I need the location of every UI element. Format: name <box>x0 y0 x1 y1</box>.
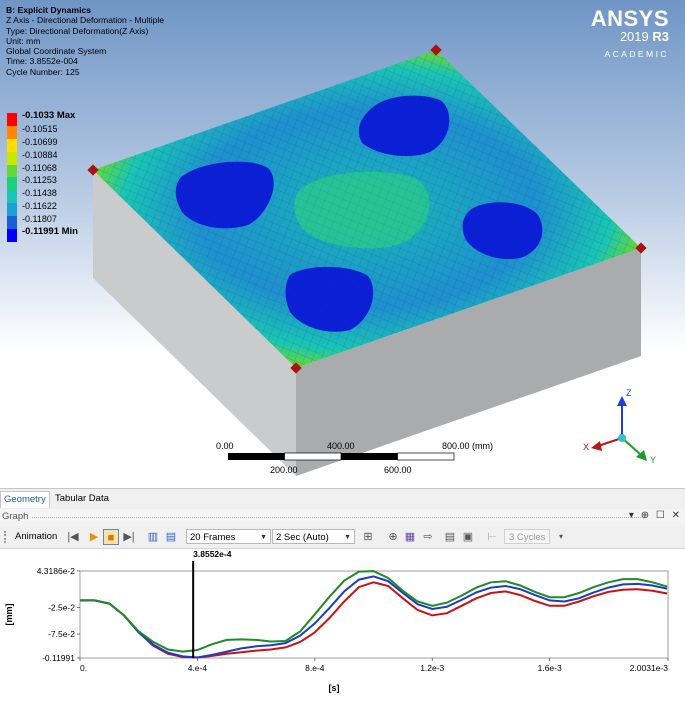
view-tabs: Geometry Tabular Data <box>0 488 685 510</box>
triad-z-label: Z <box>626 388 632 398</box>
y-tick-label: 4.3186e-2 <box>37 566 76 576</box>
triad-x-label: X <box>583 442 590 452</box>
tab-tabular-data[interactable]: Tabular Data <box>52 491 112 507</box>
animation-label: Animation <box>15 531 58 542</box>
cycles-field: 3 Cycles <box>504 529 551 544</box>
deformation-time-chart[interactable]: 0. 4.e-4 8.e-4 1.2e-3 1.6e-3 2.0031e-3 4.3186e… <box>0 548 685 701</box>
y-tick-label: -0.11991 <box>42 653 75 663</box>
graph-panel-title: Graph <box>2 511 29 522</box>
animation-toolbar: Animation |◀ ▶ ■ ▶| ▥ ▤ 20 Frames ▼ 2 Sec… <box>0 526 685 549</box>
export-icon[interactable]: ▤ <box>442 529 458 545</box>
cycles-icon: ⊢ <box>487 531 497 543</box>
y-tick-label: -7.5e-2 <box>48 629 75 639</box>
chevron-down-icon: ▼ <box>260 534 267 541</box>
plot-area <box>79 570 669 659</box>
previous-frame-icon[interactable]: |◀ <box>65 529 81 545</box>
play-icon[interactable]: ▶ <box>86 529 102 545</box>
chevron-down-icon[interactable]: ▾ <box>553 529 569 545</box>
x-tick-label: 8.e-4 <box>305 663 325 673</box>
x-tick-label: 0. <box>80 663 87 673</box>
settings-icon[interactable]: ▣ <box>460 529 476 545</box>
zoom-icon[interactable]: ⊕ <box>385 529 401 545</box>
graph-panel-header: Graph ▾ ⊕ ☐ ✕ <box>0 509 685 526</box>
graphics-viewport[interactable]: B: Explicit Dynamics Z Axis - Directiona… <box>0 0 685 488</box>
duration-value: 2 Sec (Auto) <box>276 532 329 543</box>
x-tick-label: 4.e-4 <box>188 663 208 673</box>
capture-icon[interactable]: ⇨ <box>420 529 436 545</box>
frames-select[interactable]: 20 Frames ▼ <box>186 529 271 544</box>
triad-y-label: Y <box>650 455 657 465</box>
chevron-down-icon: ▼ <box>344 534 351 541</box>
color-legend-icon[interactable]: ▦ <box>402 529 418 545</box>
time-cursor-label: 3.8552e-4 <box>193 549 232 559</box>
x-tick-label: 1.2e-3 <box>420 663 444 673</box>
x-tick-label: 2.0031e-3 <box>630 663 669 673</box>
distributed-frames-icon[interactable]: ▥ <box>145 529 161 545</box>
stop-icon[interactable]: ■ <box>103 529 119 545</box>
y-tick-label: -2.5e-2 <box>48 602 75 612</box>
next-frame-icon[interactable]: ▶| <box>121 529 137 545</box>
x-tick-label: 1.6e-3 <box>538 663 562 673</box>
toolbar-grip[interactable] <box>4 531 8 543</box>
panel-window-controls[interactable]: ▾ ⊕ ☐ ✕ <box>629 510 682 521</box>
x-axis-label: [s] <box>329 683 340 693</box>
tab-geometry[interactable]: Geometry <box>0 491 50 508</box>
y-axis-label: [mm] <box>4 603 14 625</box>
keep-time-scale-icon[interactable]: ⊞ <box>360 529 376 545</box>
result-sets-icon[interactable]: ▤ <box>163 529 179 545</box>
frames-value: 20 Frames <box>190 532 236 543</box>
duration-select[interactable]: 2 Sec (Auto) ▼ <box>272 529 355 544</box>
